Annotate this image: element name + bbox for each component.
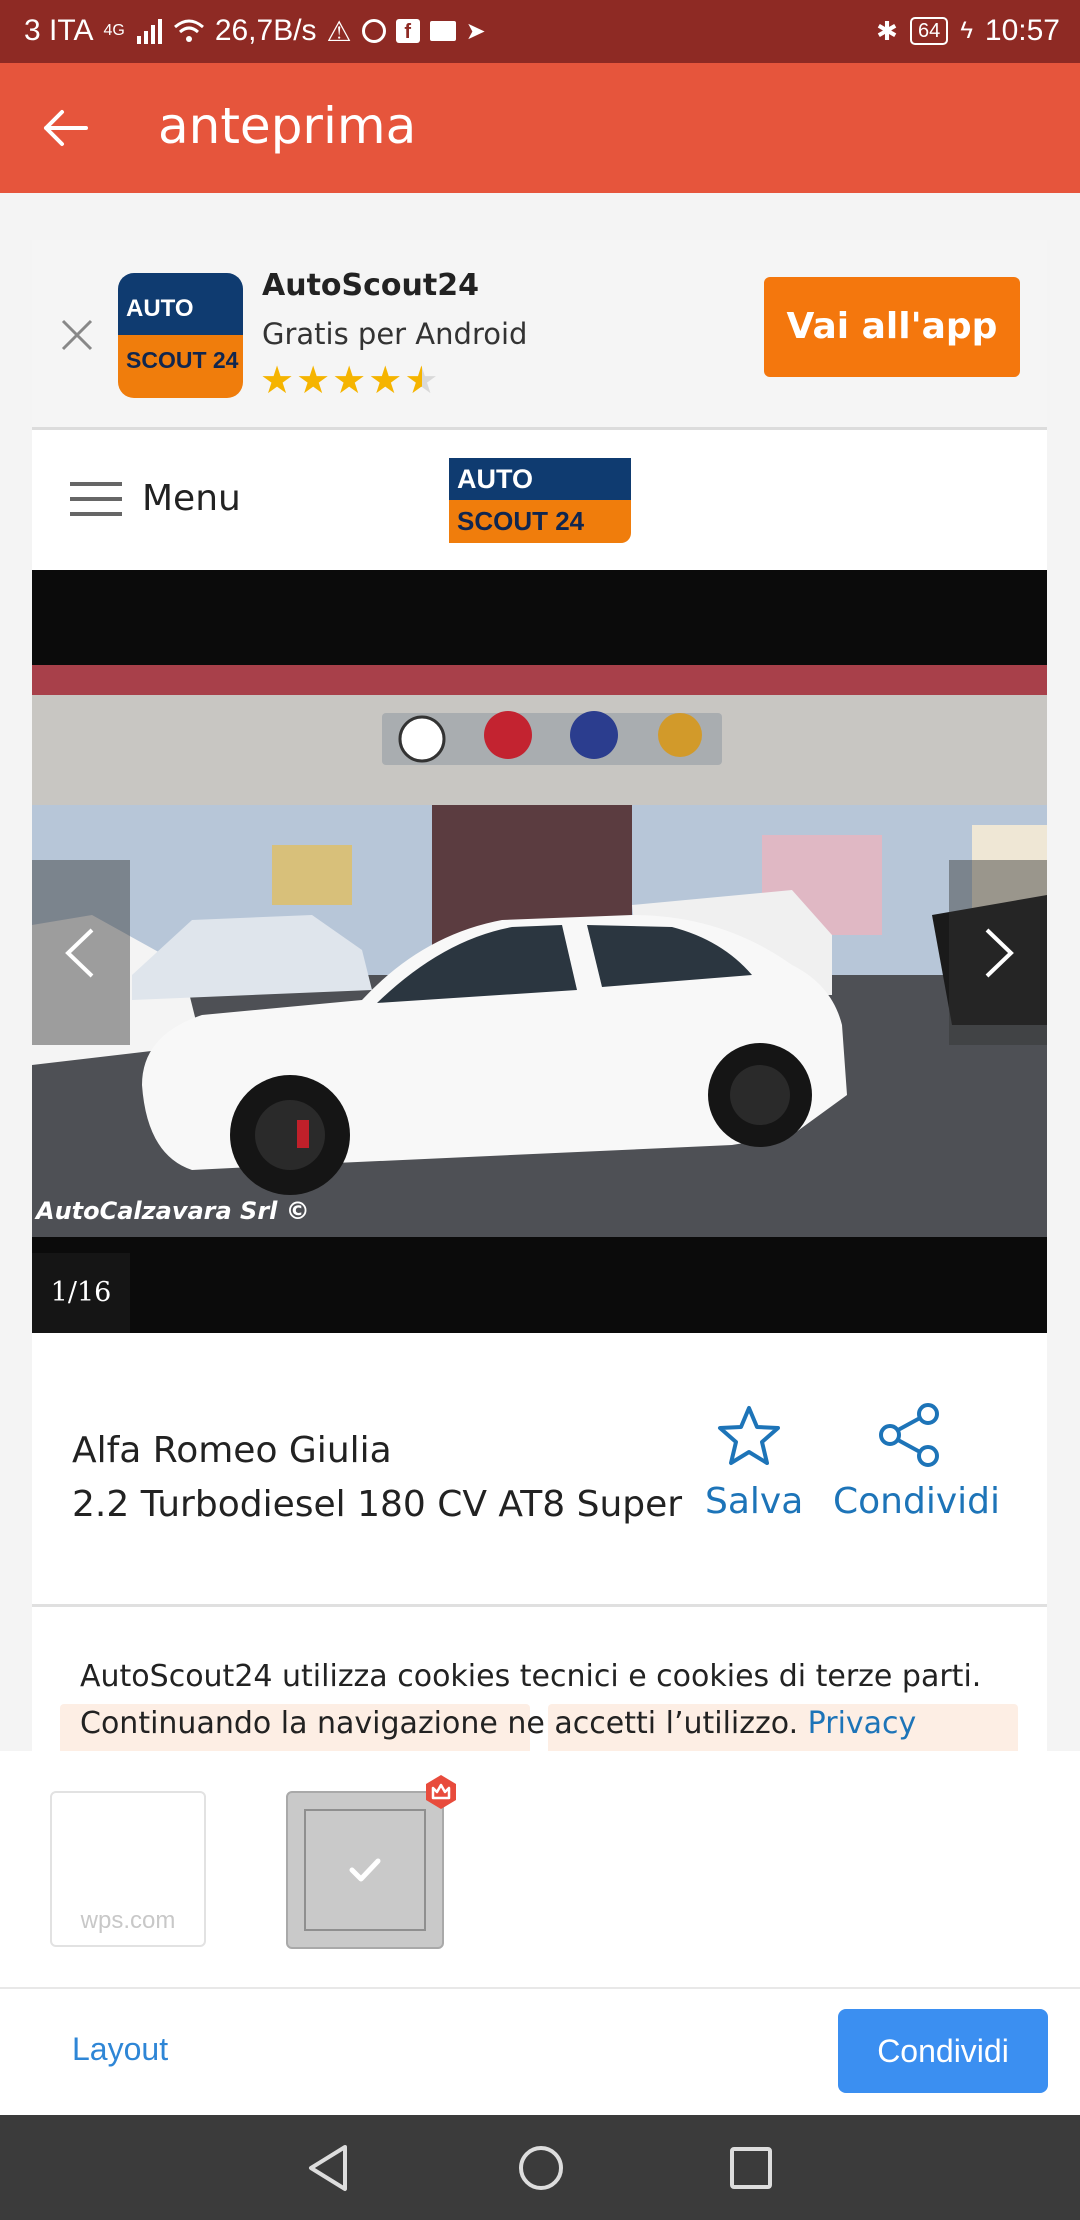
autoscout-logo[interactable]: AUTO SCOUT 24 <box>449 458 631 543</box>
home-circle-icon[interactable] <box>516 2143 566 2193</box>
photo-counter: 1/16 <box>32 1253 130 1333</box>
back-triangle-icon[interactable] <box>305 2143 351 2193</box>
banner-app-name: AutoScout24 <box>262 268 479 303</box>
rating-stars: ★★★★★ <box>260 358 440 403</box>
next-photo-button[interactable] <box>949 860 1047 1045</box>
webview: AUTO SCOUT 24 AutoScout24 Gratis per And… <box>0 193 1080 1751</box>
recents-square-icon[interactable] <box>728 2145 774 2191</box>
close-icon[interactable] <box>60 318 94 352</box>
autoscout-app-logo: AUTO SCOUT 24 <box>118 273 243 398</box>
half-star-icon: ★ <box>404 360 441 402</box>
confirm-share-button[interactable]: Condividi <box>838 2009 1048 2093</box>
previous-photo-button[interactable] <box>32 860 130 1045</box>
layout-thumbnail-selected[interactable] <box>286 1791 444 1949</box>
carrier-label: 3 ITA <box>24 14 94 47</box>
network-speed: 26,7B/s <box>214 14 317 47</box>
checkmark-icon <box>349 1858 381 1882</box>
back-arrow-icon[interactable] <box>40 103 90 153</box>
share-preview-sheet: wps.com Layout Condividi <box>0 1751 1080 2115</box>
layout-thumbnail-wps[interactable]: wps.com <box>50 1791 206 1947</box>
premium-crown-badge-icon <box>426 1775 456 1809</box>
star-icon: ★ <box>368 360 405 402</box>
bluetooth-icon: ✱ <box>876 15 898 46</box>
battery-level: 64 <box>909 17 949 45</box>
layout-button[interactable]: Layout <box>72 2031 168 2068</box>
star-icon: ★ <box>260 360 297 402</box>
site-header: Menu AUTO SCOUT 24 <box>32 430 1047 573</box>
cookie-text-line1: AutoScout24 utilizza cookies tecnici e c… <box>80 1659 982 1694</box>
chevron-right-icon <box>985 928 1014 978</box>
wifi-icon <box>173 19 204 42</box>
photo-watermark: AutoCalzavara Srl © <box>36 1197 310 1225</box>
network-type: 4G <box>103 22 125 39</box>
logo-text-top: AUTO <box>449 458 631 500</box>
charging-icon: ϟ <box>960 17 973 44</box>
warning-icon: ⚠ <box>326 15 352 47</box>
logo-text-top: AUTO <box>118 273 243 335</box>
listing-header: Alfa Romeo Giulia 2.2 Turbodiesel 180 CV… <box>32 1333 1047 1607</box>
share-button[interactable]: Condividi <box>833 1481 1000 1522</box>
logo-text-bottom: SCOUT 24 <box>449 500 631 543</box>
photo-gallery[interactable]: AutoCalzavara Srl © 1/16 <box>32 570 1047 1333</box>
banner-subtitle: Gratis per Android <box>262 317 528 351</box>
chevron-left-icon <box>65 928 94 978</box>
clock: 10:57 <box>984 14 1060 47</box>
hamburger-menu-icon[interactable] <box>70 480 122 518</box>
open-app-button[interactable]: Vai all'app <box>764 277 1020 377</box>
app-install-banner: AUTO SCOUT 24 AutoScout24 Gratis per And… <box>32 240 1047 430</box>
sheet-divider <box>0 1987 1080 1989</box>
chrome-icon <box>361 19 386 43</box>
telegram-icon: ➤ <box>465 17 486 45</box>
cookie-notice: AutoScout24 utilizza cookies tecnici e c… <box>32 1607 1047 1751</box>
share-icon[interactable] <box>878 1403 942 1467</box>
facebook-icon: f <box>395 19 420 43</box>
status-bar: 3 ITA 4G 26,7B/s ⚠ f ➤ ✱ 64 ϟ 10:57 <box>0 0 1080 63</box>
menu-label[interactable]: Menu <box>142 478 241 519</box>
mail-icon <box>429 21 456 41</box>
car-photo[interactable]: AutoCalzavara Srl © <box>32 665 1047 1237</box>
signal-icon <box>136 19 162 44</box>
star-outline-icon[interactable] <box>717 1405 781 1467</box>
privacy-link[interactable]: Privacy <box>808 1706 917 1741</box>
star-icon: ★ <box>296 360 333 402</box>
thumbnail-caption: wps.com <box>80 1907 176 1934</box>
listing-title-line2: 2.2 Turbodiesel 180 CV AT8 Super <box>72 1484 683 1525</box>
save-button[interactable]: Salva <box>705 1481 803 1522</box>
system-navigation-bar <box>0 2115 1080 2220</box>
logo-text-bottom: SCOUT 24 <box>118 335 243 398</box>
star-icon: ★ <box>332 360 369 402</box>
cookie-text-line2: Continuando la navigazione ne accetti l’… <box>80 1706 799 1741</box>
listing-title-line1: Alfa Romeo Giulia <box>72 1430 392 1471</box>
page-title: anteprima <box>158 97 417 155</box>
app-bar: anteprima <box>0 63 1080 193</box>
